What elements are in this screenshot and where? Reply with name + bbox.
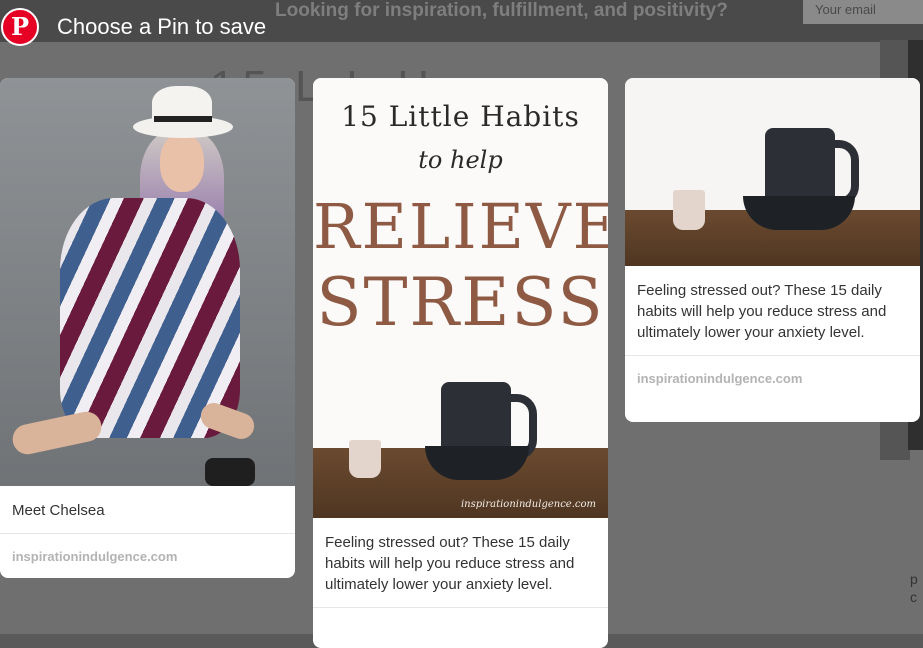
background-edge-text: pc xyxy=(910,571,918,605)
pin-image-relieve-stress[interactable]: 15 Little Habits to help RELIEVE STRESS … xyxy=(313,78,608,518)
pin-image-pitcher-and-cup[interactable] xyxy=(625,78,920,266)
photo-cup xyxy=(673,190,705,230)
graphic-cup xyxy=(349,440,381,478)
graphic-watermark: inspirationindulgence.com xyxy=(460,499,596,510)
photo-face xyxy=(160,134,204,192)
photo-bowl xyxy=(743,196,855,230)
pin-description: Feeling stressed out? These 15 daily hab… xyxy=(637,282,887,341)
modal-title: Choose a Pin to save xyxy=(57,14,267,39)
graphic-subhead: to help xyxy=(418,146,503,174)
pinterest-p-glyph: P xyxy=(10,12,30,41)
graphic-stress: STRESS xyxy=(316,264,605,341)
pin-description: Feeling stressed out? These 15 daily hab… xyxy=(325,534,575,593)
pin-card-relieve-stress[interactable]: 15 Little Habits to help RELIEVE STRESS … xyxy=(313,78,608,648)
pin-source: inspirationindulgence.com xyxy=(12,549,178,564)
graphic-headline: 15 Little Habits xyxy=(341,100,580,133)
pin-source: inspirationindulgence.com xyxy=(637,371,803,386)
background-headline: Looking for inspiration, fulfillment, an… xyxy=(275,0,728,21)
pin-card-meet-chelsea[interactable]: Meet Chelsea inspirationindulgence.com xyxy=(0,78,295,578)
pin-card-pitcher[interactable]: Feeling stressed out? These 15 daily hab… xyxy=(625,78,920,422)
pin-image-woman-in-hat[interactable] xyxy=(0,78,295,486)
photo-leg xyxy=(9,408,105,458)
photo-boot xyxy=(205,458,255,486)
pin-description: Meet Chelsea xyxy=(12,502,105,519)
photo-hat-band xyxy=(154,116,212,122)
background-email-field: Your email xyxy=(803,0,923,24)
graphic-relieve: RELIEVE xyxy=(313,190,608,263)
divider xyxy=(313,607,608,608)
pinterest-logo-icon: P xyxy=(1,8,39,46)
